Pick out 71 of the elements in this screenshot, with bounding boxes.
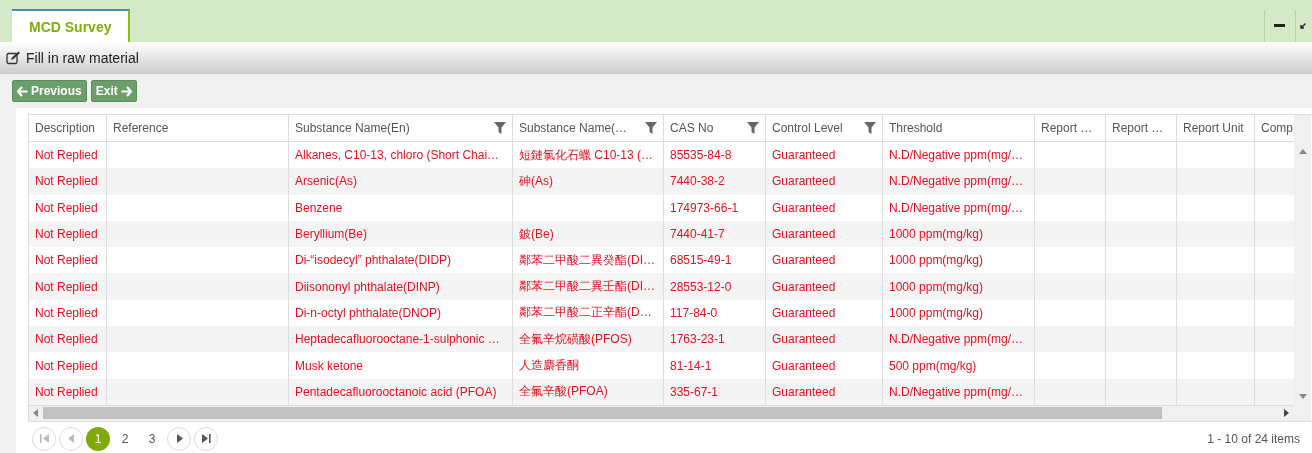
table-cell: 鄰苯二甲酸二異壬酯(DI…	[513, 273, 664, 300]
table-cell: Not Replied	[29, 194, 107, 221]
column-header[interactable]: Control Level	[766, 115, 883, 142]
table-cell: 335-67-1	[664, 378, 766, 405]
scroll-down-icon[interactable]	[1298, 393, 1307, 399]
column-header[interactable]: Description	[29, 115, 107, 142]
table-cell: 1000 ppm(mg/kg)	[883, 220, 1035, 248]
table-cell: 28553-12-0	[664, 273, 766, 300]
filter-icon[interactable]	[747, 122, 759, 134]
page-number[interactable]: 2	[113, 426, 137, 451]
table-cell: N.D/Negative ppm(mg/…	[883, 326, 1035, 353]
table-cell: Diisononyl phthalate(DINP)	[289, 273, 513, 300]
table-cell: 全氟辛酸(PFOA)	[513, 378, 664, 405]
table-cell: Guaranteed	[766, 378, 883, 405]
table-cell: Not Replied	[29, 378, 107, 405]
column-header[interactable]: CAS No	[664, 115, 766, 142]
page-number[interactable]: 3	[140, 426, 164, 451]
table-cell: Not Replied	[29, 168, 107, 195]
table-cell: Guaranteed	[766, 220, 883, 248]
table-cell: Beryllium(Be)	[289, 220, 513, 248]
column-header[interactable]: Substance Name(…	[513, 115, 664, 142]
table-cell: Guaranteed	[766, 273, 883, 300]
table-cell: 全氟辛烷磺酸(PFOS)	[513, 326, 664, 353]
scroll-up-icon[interactable]	[1298, 149, 1307, 154]
table-cell: 81-14-1	[664, 352, 766, 379]
table-cell: N.D/Negative ppm(mg/…	[883, 194, 1035, 221]
table-cell: N.D/Negative ppm(mg/…	[883, 168, 1035, 195]
last-page-icon[interactable]	[201, 434, 211, 444]
pager-summary: 1 - 10 of 24 items	[1207, 431, 1300, 446]
table-cell: Not Replied	[29, 352, 107, 379]
table-cell: Musk ketone	[289, 352, 513, 379]
column-header[interactable]: Threshold	[883, 115, 1035, 142]
column-header[interactable]: Substance Name(En)	[289, 115, 513, 142]
table-cell: 鈹(Be)	[513, 220, 664, 248]
table-cell: 500 ppm(mg/kg)	[883, 352, 1035, 379]
scroll-left-icon[interactable]	[33, 409, 39, 418]
table-cell: 7440-41-7	[664, 220, 766, 248]
filter-icon[interactable]	[645, 122, 657, 134]
table-cell: N.D/Negative ppm(mg/…	[883, 378, 1035, 405]
restore-icon[interactable]	[1300, 23, 1306, 29]
table-cell: Heptadecafluorooctane-1-sulphonic …	[289, 326, 513, 353]
filter-icon[interactable]	[864, 122, 876, 134]
column-header[interactable]: Report …	[1035, 115, 1106, 142]
table-cell: Benzene	[289, 194, 513, 221]
edit-icon	[6, 51, 21, 65]
table-cell: 174973-66-1	[664, 194, 766, 221]
table-cell: Guaranteed	[766, 352, 883, 379]
column-header[interactable]: Reference	[107, 115, 289, 142]
column-header[interactable]: Report Unit	[1177, 115, 1255, 142]
table-cell: Not Replied	[29, 273, 107, 300]
table-cell: 1000 ppm(mg/kg)	[883, 273, 1035, 300]
table-cell: Guaranteed	[766, 326, 883, 353]
table-cell: 砷(As)	[513, 168, 664, 195]
table-cell: Arsenic(As)	[289, 168, 513, 195]
table-cell: 7440-38-2	[664, 168, 766, 195]
table-cell: Not Replied	[29, 220, 107, 248]
next-page-icon[interactable]	[175, 434, 183, 444]
toolbar-title: Fill in raw material	[26, 50, 139, 66]
scrollbar-thumb[interactable]	[43, 407, 1162, 420]
scroll-right-icon[interactable]	[1284, 409, 1290, 418]
table-cell: Guaranteed	[766, 168, 883, 195]
table-cell: 1763-23-1	[664, 326, 766, 353]
column-header[interactable]: Report …	[1106, 115, 1177, 142]
table-cell: Guaranteed	[766, 194, 883, 221]
filter-icon[interactable]	[494, 122, 506, 134]
table-cell: Not Replied	[29, 326, 107, 353]
table-cell: 人造麝香酮	[513, 352, 664, 379]
arrow-left-icon	[17, 85, 28, 97]
minimize-icon[interactable]	[1274, 24, 1286, 28]
arrow-right-icon	[120, 85, 132, 97]
table-cell: Pentadecafluorooctanoic acid (PFOA)	[289, 378, 513, 405]
